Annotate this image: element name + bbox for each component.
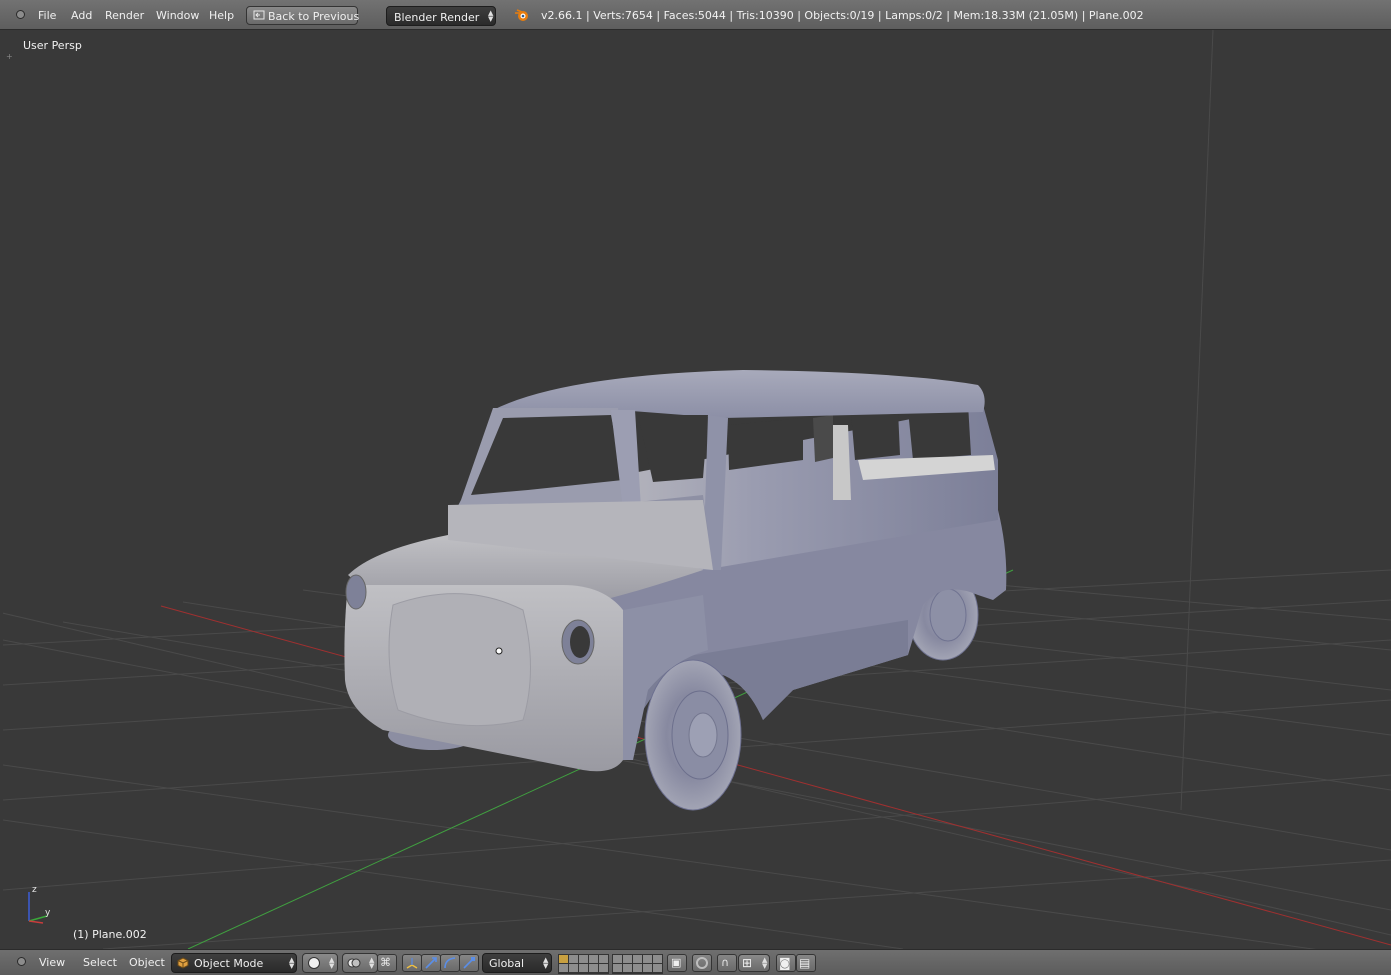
manipulator-toggle[interactable] — [402, 954, 422, 972]
snap-toggle[interactable]: ∩ — [717, 954, 737, 972]
axis-y-label: y — [45, 908, 51, 918]
transform-orientation-select[interactable]: Global ▲ ▼ — [482, 953, 552, 973]
menu-add[interactable]: Add — [71, 9, 92, 22]
manipulator-icon — [405, 956, 419, 970]
menu-help[interactable]: Help — [209, 9, 234, 22]
viewport-header: View Select Object Object Mode ▲ ▼ ▲ ▼ ▲ ▼ … — [0, 949, 1391, 975]
car-model — [344, 370, 1007, 811]
axis-z-label: z — [32, 885, 37, 895]
viewport-scene — [3, 30, 1391, 949]
scale-icon — [462, 956, 476, 970]
back-to-previous-label: Back to Previous — [268, 10, 360, 23]
3d-viewport[interactable]: + User Persp z y (1) Plane.002 — [3, 30, 1391, 949]
menu-window[interactable]: Window — [156, 9, 199, 22]
translate-arrow-icon — [424, 956, 438, 970]
menu-file[interactable]: File — [38, 9, 56, 22]
lock-camera-toggle[interactable]: ▣ — [667, 954, 687, 972]
render-engine-value: Blender Render — [394, 11, 480, 24]
pivot-align-toggle[interactable]: ⌘ — [377, 954, 397, 972]
menu-render[interactable]: Render — [105, 9, 144, 22]
orientation-value: Global — [489, 957, 525, 970]
select-arrows-icon: ▲ ▼ — [543, 956, 549, 970]
back-icon — [253, 10, 265, 20]
menu-object[interactable]: Object — [129, 956, 165, 969]
scene-stats: v2.66.1 | Verts:7654 | Faces:5044 | Tris… — [541, 9, 1144, 22]
rotate-icon — [443, 956, 457, 970]
back-to-previous-button[interactable]: Back to Previous — [246, 6, 360, 25]
render-animation-button[interactable]: ▤ — [796, 954, 816, 972]
camera-icon: ◙ — [779, 956, 791, 970]
translate-toggle[interactable] — [421, 954, 441, 972]
scene-layers-group-1[interactable] — [558, 954, 609, 974]
snap-element-select[interactable]: ⊞ ▲ ▼ — [738, 954, 770, 972]
cube-icon — [177, 957, 189, 969]
select-arrows-icon: ▲ ▼ — [289, 956, 295, 970]
select-arrows-icon: ▲ ▼ — [488, 9, 494, 23]
mode-select[interactable]: Object Mode ▲ ▼ — [171, 953, 297, 973]
viewport-header-collapse-icon[interactable] — [17, 957, 26, 966]
blender-logo-icon — [514, 8, 530, 22]
render-opengl-button[interactable]: ◙ — [776, 954, 796, 972]
snap-increment-icon: ⊞ — [742, 956, 753, 970]
header-collapse-icon[interactable] — [16, 10, 25, 19]
pivot-point-select[interactable]: ▲ ▼ — [342, 953, 378, 973]
info-header: File Add Render Window Help Back to Prev… — [0, 0, 1391, 30]
active-object-label: (1) Plane.002 — [73, 928, 147, 941]
mode-value: Object Mode — [194, 957, 264, 970]
clapper-icon: ▤ — [799, 956, 811, 970]
pivot-icon — [347, 957, 361, 969]
toolshelf-toggle-icon[interactable]: + — [6, 52, 14, 61]
lock-icon: ▣ — [671, 956, 682, 969]
proportional-edit-icon — [696, 957, 708, 969]
rotate-toggle[interactable] — [440, 954, 460, 972]
scene-layers-group-2[interactable] — [612, 954, 663, 974]
menu-view[interactable]: View — [39, 956, 65, 969]
magnet-icon: ∩ — [721, 956, 730, 969]
select-arrows-icon: ▲ ▼ — [762, 956, 768, 970]
select-arrows-icon: ▲ ▼ — [369, 956, 375, 970]
solid-shading-icon — [308, 957, 320, 969]
proportional-edit-toggle[interactable] — [692, 954, 712, 972]
menu-select[interactable]: Select — [83, 956, 117, 969]
scale-toggle[interactable] — [459, 954, 479, 972]
select-arrows-icon: ▲ ▼ — [329, 956, 335, 970]
align-icon: ⌘ — [380, 956, 391, 969]
render-engine-select[interactable]: Blender Render ▲ ▼ — [386, 6, 496, 26]
view-label: User Persp — [23, 39, 82, 52]
viewport-shading-select[interactable]: ▲ ▼ — [302, 953, 338, 973]
